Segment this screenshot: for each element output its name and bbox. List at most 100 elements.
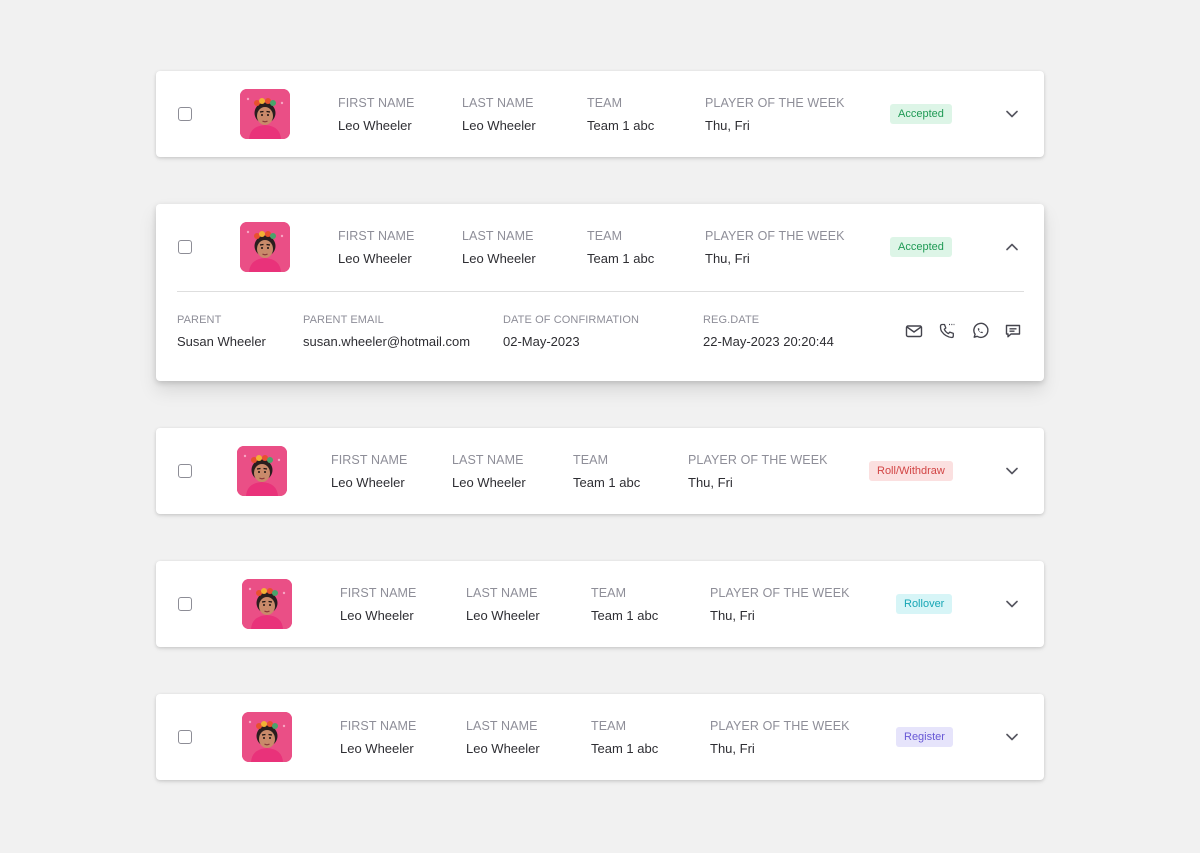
- first-name-value: Leo Wheeler: [331, 475, 405, 490]
- status-badge: Register: [896, 727, 953, 747]
- player-of-week-label: PLAYER OF THE WEEK: [710, 719, 850, 733]
- status-badge: Accepted: [890, 237, 952, 257]
- row-checkbox[interactable]: [178, 597, 192, 611]
- player-avatar: [237, 446, 287, 496]
- player-row[interactable]: FIRST NAME Leo Wheeler LAST NAME Leo Whe…: [156, 204, 1044, 290]
- chevron-up-icon[interactable]: [1005, 240, 1019, 254]
- last-name-field: LAST NAME Leo Wheeler: [452, 453, 526, 490]
- confirmation-date-value: 02-May-2023: [503, 334, 580, 349]
- last-name-value: Leo Wheeler: [462, 118, 536, 133]
- divider: [177, 291, 1024, 292]
- first-name-value: Leo Wheeler: [340, 608, 414, 623]
- player-avatar: [242, 579, 292, 629]
- player-avatar: [240, 222, 290, 272]
- last-name-value: Leo Wheeler: [466, 741, 540, 756]
- player-row[interactable]: FIRST NAME Leo Wheeler LAST NAME Leo Whe…: [156, 561, 1044, 647]
- chevron-down-icon[interactable]: [1005, 597, 1019, 611]
- row-checkbox[interactable]: [178, 107, 192, 121]
- status-badge: Rollover: [896, 594, 953, 614]
- parent-value: Susan Wheeler: [177, 334, 266, 349]
- team-value: Team 1 abc: [591, 741, 659, 756]
- team-field: TEAM Team 1 abc: [587, 96, 654, 133]
- first-name-label: FIRST NAME: [331, 453, 408, 467]
- row-checkbox[interactable]: [178, 240, 192, 254]
- team-field: TEAM Team 1 abc: [591, 719, 658, 756]
- player-row[interactable]: FIRST NAME Leo Wheeler LAST NAME Leo Whe…: [156, 71, 1044, 157]
- player-of-week-label: PLAYER OF THE WEEK: [710, 586, 850, 600]
- row-checkbox[interactable]: [178, 464, 192, 478]
- team-label: TEAM: [591, 586, 627, 600]
- first-name-field: FIRST NAME Leo Wheeler: [340, 586, 416, 623]
- parent-label: PARENT: [177, 314, 222, 326]
- first-name-field: FIRST NAME Leo Wheeler: [331, 453, 407, 490]
- player-of-week-value: Thu, Fri: [710, 741, 755, 756]
- team-value: Team 1 abc: [591, 608, 659, 623]
- status-badge: Roll/Withdraw: [869, 461, 953, 481]
- team-value: Team 1 abc: [587, 251, 655, 266]
- first-name-label: FIRST NAME: [338, 96, 415, 110]
- player-card: FIRST NAME Leo Wheeler LAST NAME Leo Whe…: [156, 428, 1044, 514]
- reg-date-value: 22-May-2023 20:20:44: [703, 334, 834, 349]
- last-name-label: LAST NAME: [452, 453, 524, 467]
- player-of-week-field: PLAYER OF THE WEEK Thu, Fri: [688, 453, 828, 490]
- chevron-down-icon[interactable]: [1005, 464, 1019, 478]
- player-of-week-value: Thu, Fri: [710, 608, 755, 623]
- whatsapp-icon[interactable]: [970, 321, 990, 341]
- player-avatar: [242, 712, 292, 762]
- reg-date-label: REG.DATE: [703, 314, 760, 326]
- first-name-label: FIRST NAME: [340, 586, 417, 600]
- team-label: TEAM: [587, 229, 623, 243]
- parent-email-field: PARENT EMAIL susan.wheeler@hotmail.com: [303, 314, 470, 349]
- parent-field: PARENT Susan Wheeler: [177, 314, 266, 349]
- first-name-label: FIRST NAME: [338, 229, 415, 243]
- player-of-week-field: PLAYER OF THE WEEK Thu, Fri: [710, 719, 850, 756]
- team-field: TEAM Team 1 abc: [591, 586, 658, 623]
- first-name-value: Leo Wheeler: [338, 118, 412, 133]
- status-badge: Accepted: [890, 104, 952, 124]
- first-name-label: FIRST NAME: [340, 719, 417, 733]
- row-checkbox[interactable]: [178, 730, 192, 744]
- player-of-week-value: Thu, Fri: [688, 475, 733, 490]
- player-card: FIRST NAME Leo Wheeler LAST NAME Leo Whe…: [156, 694, 1044, 780]
- parent-email-value: susan.wheeler@hotmail.com: [303, 334, 471, 349]
- player-of-week-label: PLAYER OF THE WEEK: [688, 453, 828, 467]
- confirmation-date-field: DATE OF CONFIRMATION 02-May-2023: [503, 314, 639, 349]
- phone-icon[interactable]: [937, 321, 957, 341]
- first-name-value: Leo Wheeler: [340, 741, 414, 756]
- team-label: TEAM: [591, 719, 627, 733]
- player-avatar: [240, 89, 290, 139]
- player-row[interactable]: FIRST NAME Leo Wheeler LAST NAME Leo Whe…: [156, 694, 1044, 780]
- player-row[interactable]: FIRST NAME Leo Wheeler LAST NAME Leo Whe…: [156, 428, 1044, 514]
- chevron-down-icon[interactable]: [1005, 107, 1019, 121]
- last-name-value: Leo Wheeler: [462, 251, 536, 266]
- player-of-week-field: PLAYER OF THE WEEK Thu, Fri: [705, 96, 845, 133]
- last-name-label: LAST NAME: [462, 96, 534, 110]
- last-name-field: LAST NAME Leo Wheeler: [462, 96, 536, 133]
- last-name-value: Leo Wheeler: [452, 475, 526, 490]
- team-field: TEAM Team 1 abc: [573, 453, 640, 490]
- mail-icon[interactable]: [904, 321, 924, 341]
- player-of-week-label: PLAYER OF THE WEEK: [705, 96, 845, 110]
- player-card: FIRST NAME Leo Wheeler LAST NAME Leo Whe…: [156, 71, 1044, 157]
- last-name-label: LAST NAME: [466, 586, 538, 600]
- last-name-field: LAST NAME Leo Wheeler: [466, 586, 540, 623]
- message-icon[interactable]: [1003, 321, 1023, 341]
- parent-email-label: PARENT EMAIL: [303, 314, 384, 326]
- first-name-field: FIRST NAME Leo Wheeler: [340, 719, 416, 756]
- last-name-label: LAST NAME: [462, 229, 534, 243]
- player-of-week-label: PLAYER OF THE WEEK: [705, 229, 845, 243]
- player-of-week-value: Thu, Fri: [705, 118, 750, 133]
- last-name-label: LAST NAME: [466, 719, 538, 733]
- player-card-expanded: FIRST NAME Leo Wheeler LAST NAME Leo Whe…: [156, 204, 1044, 381]
- team-value: Team 1 abc: [587, 118, 655, 133]
- first-name-value: Leo Wheeler: [338, 251, 412, 266]
- player-of-week-field: PLAYER OF THE WEEK Thu, Fri: [705, 229, 845, 266]
- first-name-field: FIRST NAME Leo Wheeler: [338, 229, 414, 266]
- last-name-field: LAST NAME Leo Wheeler: [466, 719, 540, 756]
- team-label: TEAM: [573, 453, 609, 467]
- player-of-week-field: PLAYER OF THE WEEK Thu, Fri: [710, 586, 850, 623]
- team-field: TEAM Team 1 abc: [587, 229, 654, 266]
- confirmation-date-label: DATE OF CONFIRMATION: [503, 314, 640, 326]
- reg-date-field: REG.DATE 22-May-2023 20:20:44: [703, 314, 834, 349]
- chevron-down-icon[interactable]: [1005, 730, 1019, 744]
